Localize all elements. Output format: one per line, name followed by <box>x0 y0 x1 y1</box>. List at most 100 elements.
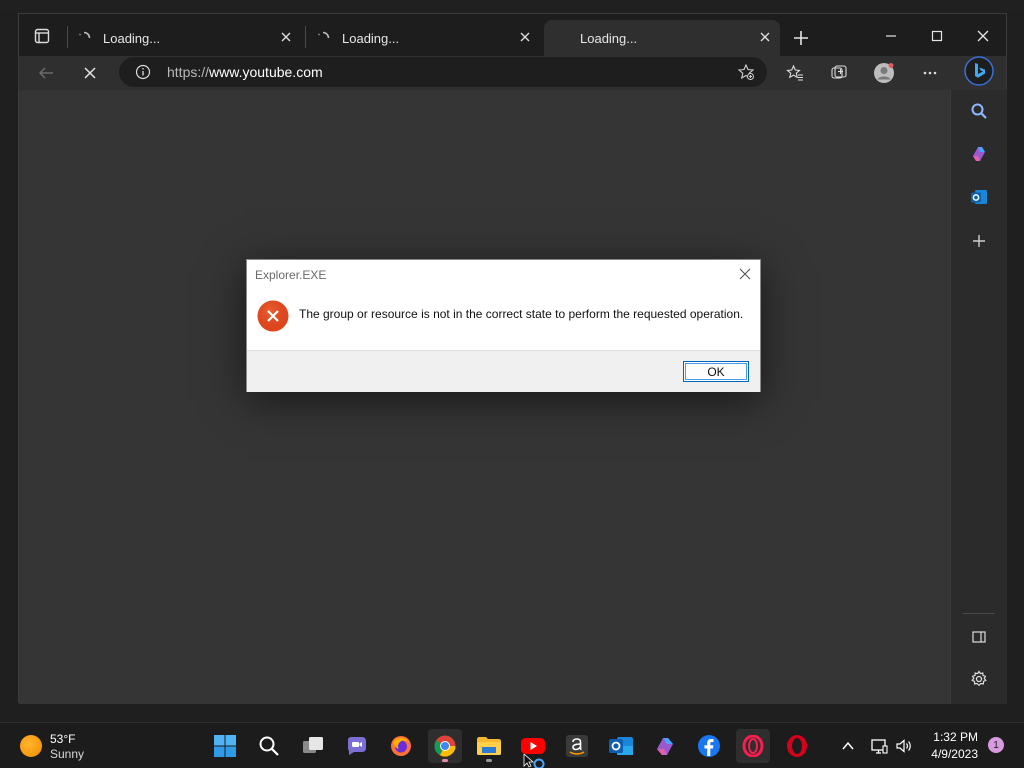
clock-date: 4/9/2023 <box>931 747 978 761</box>
tab-actions-icon <box>34 28 50 44</box>
error-icon <box>257 300 289 332</box>
dialog-message: The group or resource is not in the corr… <box>299 307 744 321</box>
volume-button[interactable] <box>894 735 914 757</box>
youtube-icon <box>521 738 545 754</box>
site-info-icon[interactable] <box>135 64 151 80</box>
dialog-footer: OK <box>247 350 760 392</box>
sidebar-add[interactable] <box>965 227 993 255</box>
running-indicator <box>442 759 448 762</box>
tab-3-active[interactable]: Loading... <box>544 20 780 56</box>
dialog-body: The group or resource is not in the corr… <box>247 290 760 350</box>
page-content-area <box>19 90 950 704</box>
error-dialog: Explorer.EXE The group or resource is no… <box>246 259 761 392</box>
facebook-button[interactable] <box>692 729 726 763</box>
tab-actions-button[interactable] <box>25 22 59 50</box>
close-window-button[interactable] <box>960 22 1006 50</box>
facebook-icon <box>698 735 720 757</box>
opera-gx-button[interactable] <box>736 729 770 763</box>
profile-button[interactable] <box>869 59 899 87</box>
chrome-icon <box>434 735 456 757</box>
clock-time: 1:32 PM <box>933 730 978 744</box>
settings-icon <box>971 670 987 687</box>
background-window-strip <box>0 0 1024 12</box>
navigation-toolbar: https://www.youtube.com <box>19 56 1006 90</box>
close-tab-icon[interactable] <box>758 30 772 44</box>
weather-condition: Sunny <box>50 747 85 761</box>
outlook-icon <box>971 190 987 204</box>
notification-badge[interactable]: 1 <box>988 737 1004 753</box>
file-explorer-button[interactable] <box>472 729 506 763</box>
settings-and-more-button[interactable] <box>915 59 945 87</box>
tab-2[interactable]: Loading... <box>316 20 540 56</box>
stop-loading-button[interactable] <box>75 59 105 87</box>
minimize-icon <box>886 35 896 37</box>
weather-temperature: 53°F <box>50 732 76 746</box>
search-icon <box>259 736 279 756</box>
sidebar-copilot[interactable] <box>965 140 993 168</box>
task-view-button[interactable] <box>296 729 330 763</box>
sidebar-settings[interactable] <box>965 665 993 693</box>
network-icon <box>871 739 888 754</box>
amazon-button[interactable] <box>560 729 594 763</box>
bing-icon <box>964 56 994 86</box>
weather-widget[interactable]: 53°F Sunny <box>18 731 128 763</box>
sidebar-split-screen[interactable] <box>965 623 993 651</box>
maximize-icon <box>931 30 943 42</box>
add-icon <box>973 235 985 247</box>
running-indicator <box>486 759 492 762</box>
new-tab-button[interactable] <box>789 26 813 50</box>
dialog-title: Explorer.EXE <box>255 268 327 282</box>
opera-button[interactable] <box>780 729 814 763</box>
start-button[interactable] <box>208 729 242 763</box>
collections-button[interactable] <box>824 59 854 87</box>
show-hidden-icons-button[interactable] <box>838 735 858 757</box>
back-arrow-icon <box>38 67 53 79</box>
edge-sidebar <box>950 90 1007 704</box>
sun-icon <box>20 735 42 757</box>
close-tab-icon[interactable] <box>279 30 293 44</box>
favorites-button[interactable] <box>780 59 810 87</box>
url-scheme: https:// <box>167 64 210 80</box>
firefox-button[interactable] <box>384 729 418 763</box>
outlook-icon <box>609 737 633 755</box>
chat-icon <box>348 737 366 755</box>
tab-bar: Loading... Loading... Loading... <box>19 14 1006 56</box>
opera-icon <box>787 735 807 757</box>
dialog-close-icon[interactable] <box>738 267 752 281</box>
close-tab-icon[interactable] <box>518 30 532 44</box>
maximize-button[interactable] <box>914 22 960 50</box>
back-button[interactable] <box>31 59 61 87</box>
tab-separator <box>67 26 68 48</box>
ok-button[interactable]: OK <box>683 361 749 382</box>
url-text: https://www.youtube.com <box>167 64 323 80</box>
tab-1-title: Loading... <box>103 30 161 46</box>
mouse-cursor-loading-icon <box>523 754 545 768</box>
firefox-icon <box>391 736 411 756</box>
address-bar[interactable]: https://www.youtube.com <box>119 57 767 87</box>
minimize-button[interactable] <box>868 22 914 50</box>
opera-gx-icon <box>742 735 764 757</box>
tab-2-title: Loading... <box>342 30 400 46</box>
close-icon <box>977 30 989 42</box>
chat-button[interactable] <box>340 729 374 763</box>
tab-1[interactable]: Loading... <box>77 20 301 56</box>
folder-icon <box>477 737 501 755</box>
collections-icon <box>831 65 847 79</box>
speaker-icon <box>896 739 911 753</box>
tab-separator <box>305 26 306 48</box>
search-icon <box>971 103 987 119</box>
outlook-button[interactable] <box>604 729 638 763</box>
stop-icon <box>84 67 96 79</box>
bing-chat-button[interactable] <box>963 55 995 87</box>
add-favorite-icon[interactable] <box>737 63 755 81</box>
tab-3-title: Loading... <box>580 30 638 46</box>
chrome-button[interactable] <box>428 729 462 763</box>
sidebar-outlook[interactable] <box>965 183 993 211</box>
copilot-button[interactable] <box>648 729 682 763</box>
sidebar-search[interactable] <box>965 97 993 125</box>
clock[interactable]: 1:32 PM 4/9/2023 <box>918 729 978 763</box>
taskbar-search-button[interactable] <box>252 729 286 763</box>
amazon-icon <box>566 735 588 757</box>
copilot-icon <box>973 147 985 161</box>
network-button[interactable] <box>869 735 889 757</box>
